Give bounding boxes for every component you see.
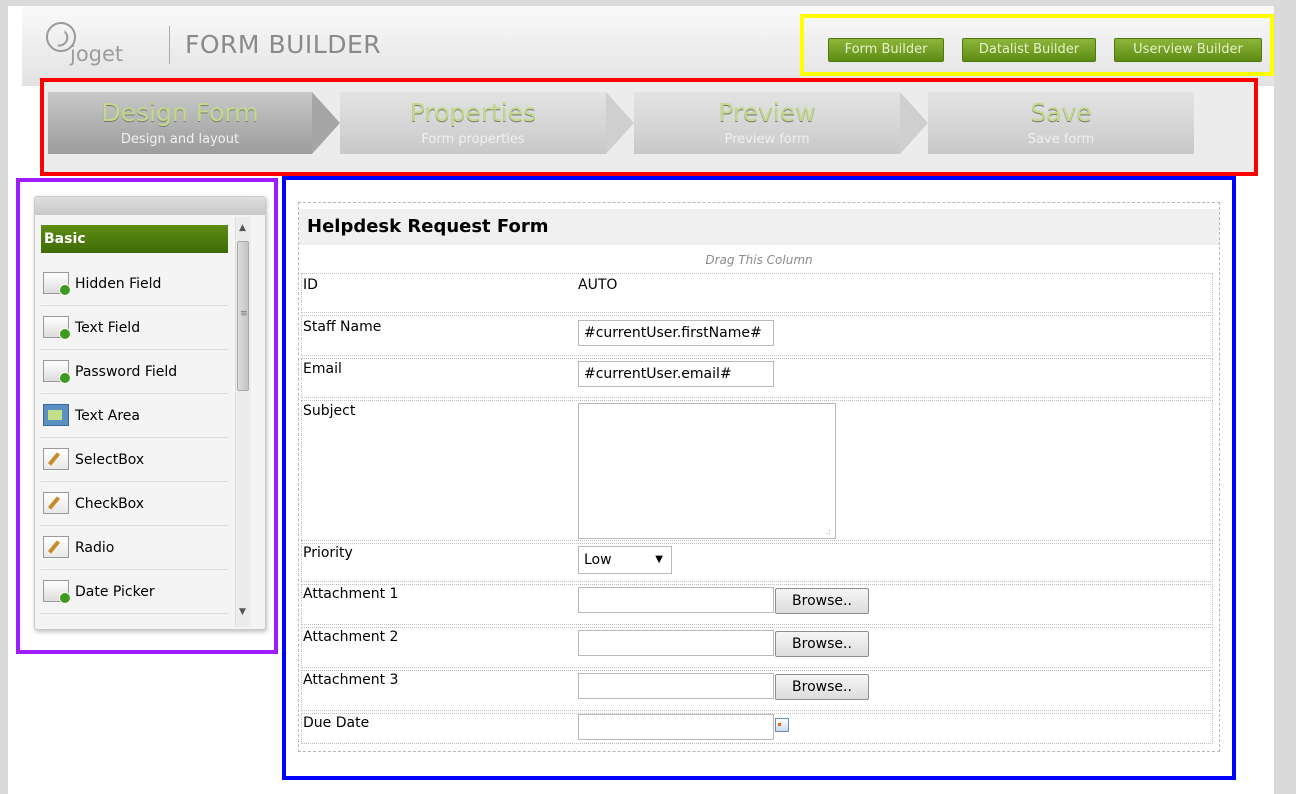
palette-item-label: Date Picker bbox=[75, 584, 155, 600]
id-value: AUTO bbox=[578, 277, 618, 293]
step-arrow bbox=[312, 92, 340, 154]
builder-nav: Form Builder Datalist Builder Userview B… bbox=[800, 14, 1274, 76]
step-design-form[interactable]: Design Form Design and layout bbox=[48, 92, 312, 154]
staff-name-input[interactable]: #currentUser.firstName# bbox=[578, 320, 774, 346]
step-sublabel: Save form bbox=[1027, 132, 1095, 147]
priority-select[interactable]: Low ▼ bbox=[578, 546, 672, 574]
text-area-icon bbox=[43, 404, 69, 426]
scroll-down-icon[interactable]: ▼ bbox=[239, 607, 246, 617]
field-label: ID bbox=[303, 277, 318, 293]
form-row-id[interactable]: ID AUTO bbox=[301, 273, 1213, 313]
field-label: Attachment 1 bbox=[303, 586, 399, 602]
logo-text: joget bbox=[70, 42, 124, 66]
app-title: FORM BUILDER bbox=[185, 30, 382, 59]
subject-textarea[interactable]: .: bbox=[578, 403, 836, 539]
due-date-input[interactable] bbox=[578, 714, 774, 740]
form-row-due-date[interactable]: Due Date bbox=[301, 713, 1213, 744]
calendar-icon[interactable] bbox=[775, 718, 789, 732]
edit-icon bbox=[43, 492, 69, 514]
form-row-subject[interactable]: Subject .: bbox=[301, 400, 1213, 544]
field-label: Attachment 3 bbox=[303, 672, 399, 688]
palette-item-label: Text Area bbox=[75, 408, 140, 424]
palette-item-text-area[interactable]: Text Area bbox=[41, 395, 228, 438]
edit-icon bbox=[43, 536, 69, 558]
step-label: Save bbox=[1030, 98, 1092, 127]
browse-button[interactable]: Browse.. bbox=[775, 674, 869, 700]
palette-item-text-field[interactable]: Text Field bbox=[41, 307, 228, 350]
userview-builder-button[interactable]: Userview Builder bbox=[1114, 38, 1262, 62]
step-arrow bbox=[900, 92, 928, 154]
form-title[interactable]: Helpdesk Request Form bbox=[299, 209, 1219, 245]
datalist-builder-button[interactable]: Datalist Builder bbox=[962, 38, 1096, 62]
step-label: Design Form bbox=[101, 98, 259, 127]
scroll-up-icon[interactable]: ▲ bbox=[239, 223, 246, 233]
drag-column-hint[interactable]: Drag This Column bbox=[299, 253, 1219, 267]
chevron-down-icon: ▼ bbox=[655, 554, 663, 565]
header-divider bbox=[169, 26, 170, 64]
wizard-steps: Design Form Design and layout Properties… bbox=[48, 92, 1194, 154]
palette-item-label: Hidden Field bbox=[75, 276, 162, 292]
field-label: Priority bbox=[303, 545, 353, 561]
palette-item-hidden-field[interactable]: Hidden Field bbox=[41, 263, 228, 306]
joget-logo: joget bbox=[46, 22, 171, 66]
attachment-3-input[interactable] bbox=[578, 673, 774, 699]
form-canvas[interactable]: Helpdesk Request Form Drag This Column I… bbox=[298, 202, 1220, 752]
step-sublabel: Design and layout bbox=[120, 132, 240, 147]
palette-item-radio[interactable]: Radio bbox=[41, 527, 228, 570]
field-label: Attachment 2 bbox=[303, 629, 399, 645]
field-icon bbox=[43, 272, 71, 296]
header: joget FORM BUILDER Form Builder Datalist… bbox=[22, 6, 1274, 86]
step-preview[interactable]: Preview Preview form bbox=[634, 92, 900, 154]
resize-grip-icon[interactable]: .: bbox=[826, 527, 831, 536]
attachment-1-input[interactable] bbox=[578, 587, 774, 613]
field-label: Staff Name bbox=[303, 319, 382, 335]
form-row-email[interactable]: Email #currentUser.email# bbox=[301, 358, 1213, 398]
palette-item-label: Password Field bbox=[75, 364, 178, 380]
step-save[interactable]: Save Save form bbox=[928, 92, 1194, 154]
step-label: Preview bbox=[718, 98, 816, 127]
field-label: Email bbox=[303, 361, 342, 377]
palette-item-checkbox[interactable]: CheckBox bbox=[41, 483, 228, 526]
form-builder-button[interactable]: Form Builder bbox=[828, 38, 944, 62]
attachment-2-input[interactable] bbox=[578, 630, 774, 656]
field-icon bbox=[43, 316, 71, 340]
form-row-priority[interactable]: Priority Low ▼ bbox=[301, 540, 1213, 582]
palette-item-label: Text Field bbox=[75, 320, 141, 336]
palette-category-basic[interactable]: Basic bbox=[41, 225, 228, 253]
step-sublabel: Form properties bbox=[421, 132, 525, 147]
browse-button[interactable]: Browse.. bbox=[775, 588, 869, 614]
field-label: Due Date bbox=[303, 715, 370, 731]
form-row-attachment-1[interactable]: Attachment 1 Browse.. bbox=[301, 584, 1213, 625]
palette-item-label: Radio bbox=[75, 540, 115, 556]
step-arrow bbox=[606, 92, 634, 154]
field-label: Subject bbox=[303, 403, 356, 419]
palette-item-selectbox[interactable]: SelectBox bbox=[41, 439, 228, 482]
form-row-attachment-3[interactable]: Attachment 3 Browse.. bbox=[301, 670, 1213, 711]
browse-button[interactable]: Browse.. bbox=[775, 631, 869, 657]
field-icon bbox=[43, 360, 71, 384]
palette-item-label: SelectBox bbox=[75, 452, 145, 468]
step-properties[interactable]: Properties Form properties bbox=[340, 92, 606, 154]
grip-icon: ≡ bbox=[240, 309, 248, 319]
priority-selected: Low bbox=[584, 552, 612, 568]
step-sublabel: Preview form bbox=[724, 132, 810, 147]
palette-item-label: CheckBox bbox=[75, 496, 145, 512]
form-row-staff-name[interactable]: Staff Name #currentUser.firstName# bbox=[301, 315, 1213, 356]
palette-item-password-field[interactable]: Password Field bbox=[41, 351, 228, 394]
field-icon bbox=[43, 580, 71, 604]
element-palette: Basic Hidden Field Text Field Password F… bbox=[34, 196, 266, 630]
palette-item-date-picker[interactable]: Date Picker bbox=[41, 571, 228, 614]
edit-icon bbox=[43, 448, 69, 470]
palette-header bbox=[35, 197, 265, 215]
form-row-attachment-2[interactable]: Attachment 2 Browse.. bbox=[301, 627, 1213, 668]
step-label: Properties bbox=[409, 98, 537, 127]
email-input[interactable]: #currentUser.email# bbox=[578, 361, 774, 387]
